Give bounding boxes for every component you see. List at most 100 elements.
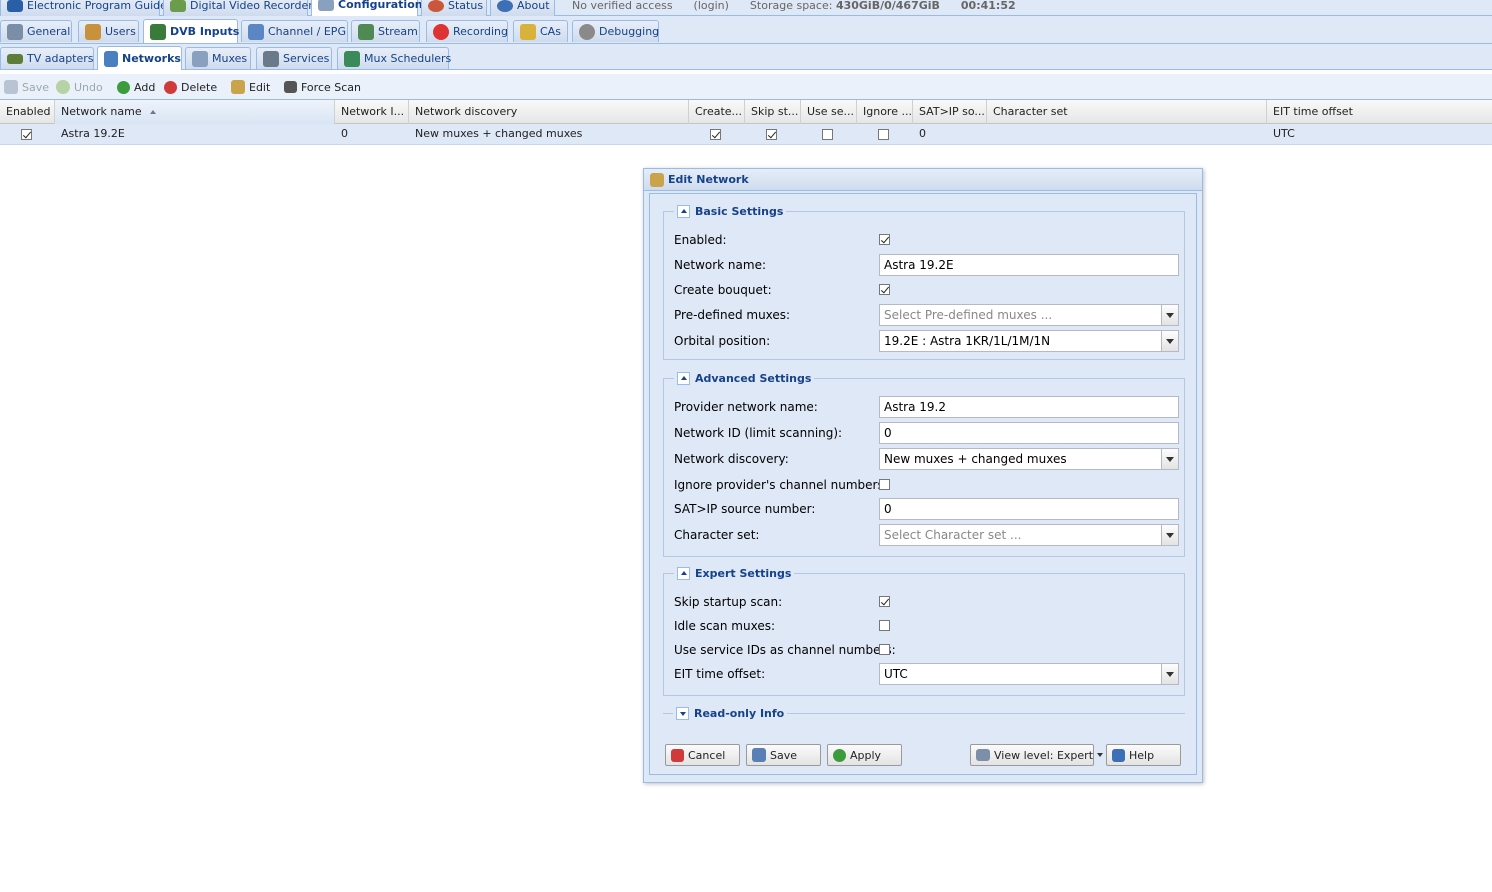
undo-button[interactable]: Undo <box>56 78 103 96</box>
advanced-settings-legend: Advanced Settings <box>695 371 812 385</box>
add-button[interactable]: Add <box>117 78 155 96</box>
predefined-muxes-select[interactable]: Select Pre-defined muxes ... <box>879 304 1179 326</box>
tab-stream[interactable]: Stream <box>351 20 420 42</box>
save-icon <box>4 80 18 94</box>
skip-startup-checkbox[interactable] <box>879 596 890 607</box>
provider-name-row: Provider network name: <box>674 396 1179 418</box>
help-button[interactable]: Help <box>1106 744 1181 766</box>
skip-startup-label: Skip startup scan: <box>674 595 783 609</box>
ignore-numbers-checkbox[interactable] <box>879 479 890 490</box>
row-character-set <box>987 124 1267 144</box>
network-name-input[interactable] <box>879 254 1179 276</box>
tab-tv-adapters[interactable]: TV adapters <box>0 47 94 69</box>
tab-status[interactable]: Status <box>421 0 487 16</box>
expand-icon[interactable] <box>676 706 689 720</box>
chevron-down-icon[interactable] <box>1161 525 1178 545</box>
network-name-label: Network name: <box>674 258 766 272</box>
service-ids-checkbox[interactable] <box>879 644 890 655</box>
tab-recording[interactable]: Recording <box>426 20 508 42</box>
tab-general[interactable]: General <box>0 20 72 42</box>
col-network-name-label: Network name <box>61 105 142 118</box>
network-discovery-select[interactable]: New muxes + changed muxes <box>879 448 1179 470</box>
tab-dvb-inputs[interactable]: DVB Inputs <box>143 19 239 43</box>
tab-users[interactable]: Users <box>78 20 139 42</box>
collapse-icon[interactable] <box>677 566 690 580</box>
tab-cas[interactable]: CAs <box>513 20 568 42</box>
row-use-service-ids-checkbox[interactable] <box>822 128 833 140</box>
readonly-legend-wrap[interactable]: Read-only Info <box>673 705 788 721</box>
tab-networks[interactable]: Networks <box>97 46 182 70</box>
create-bouquet-checkbox[interactable] <box>879 284 890 295</box>
chevron-down-icon[interactable] <box>1161 331 1178 351</box>
scheduler-icon <box>344 50 360 67</box>
character-set-select[interactable]: Select Character set ... <box>879 524 1179 546</box>
mux-icon <box>192 50 208 67</box>
satip-source-label: SAT>IP source number: <box>674 502 816 516</box>
idle-scan-checkbox[interactable] <box>879 620 890 631</box>
col-use-service-ids[interactable]: Use se... <box>801 100 857 124</box>
delete-button[interactable]: Delete <box>164 78 217 96</box>
col-skip-startup[interactable]: Skip st... <box>745 100 801 124</box>
orbital-position-label: Orbital position: <box>674 334 771 348</box>
save-icon <box>752 748 766 762</box>
satip-source-row: SAT>IP source number: <box>674 498 1179 520</box>
tab-mux-schedulers[interactable]: Mux Schedulers <box>337 47 451 69</box>
edit-network-dialog: Edit Network Basic Settings Enabled: Net… <box>643 168 1203 783</box>
network-id-input[interactable] <box>879 422 1179 444</box>
col-create-bouquet[interactable]: Create... <box>689 100 745 124</box>
col-character-set[interactable]: Character set <box>987 100 1267 124</box>
apply-button[interactable]: Apply <box>827 744 902 766</box>
provider-name-input[interactable] <box>879 396 1179 418</box>
basic-settings-fieldset: Basic Settings Enabled: Network name: Cr… <box>663 203 1185 360</box>
col-ignore-numbers[interactable]: Ignore ... <box>857 100 913 124</box>
tab-dvr[interactable]: Digital Video Recorder <box>163 0 313 16</box>
tab-configuration[interactable]: Configuration <box>311 0 423 16</box>
view-level-button[interactable]: View level: Expert <box>970 744 1104 766</box>
col-satip-source[interactable]: SAT>IP so... <box>913 100 987 124</box>
col-network-name[interactable]: Network name <box>55 100 335 124</box>
login-link[interactable]: (login) <box>694 0 729 12</box>
row-create-bouquet-checkbox[interactable] <box>710 128 721 140</box>
col-network-id[interactable]: Network I... <box>335 100 409 124</box>
eit-offset-select[interactable]: UTC <box>879 663 1179 685</box>
scan-icon <box>284 81 297 93</box>
collapse-icon[interactable] <box>677 371 690 385</box>
row-ignore-numbers-checkbox[interactable] <box>878 128 889 140</box>
dialog-title-bar[interactable]: Edit Network <box>644 169 1202 191</box>
tab-muxes[interactable]: Muxes <box>185 47 251 69</box>
satip-source-input[interactable] <box>879 498 1179 520</box>
predefined-muxes-row: Pre-defined muxes: Select Pre-defined mu… <box>674 304 1179 326</box>
cancel-button[interactable]: Cancel <box>665 744 740 766</box>
grid-header: Enabled Network name Network I... Networ… <box>0 100 1492 124</box>
tab-services[interactable]: Services <box>256 47 332 69</box>
save-button[interactable]: Save <box>746 744 821 766</box>
col-enabled[interactable]: Enabled <box>0 100 55 124</box>
chevron-down-icon[interactable] <box>1161 305 1178 325</box>
dvr-icon <box>170 0 186 12</box>
cancel-icon <box>671 748 684 762</box>
status-area: No verified access (login) Storage space… <box>572 0 1016 12</box>
row-enabled-checkbox[interactable] <box>21 128 32 140</box>
service-ids-label: Use service IDs as channel numbers: <box>674 643 896 657</box>
tab-debugging[interactable]: Debugging <box>572 20 659 42</box>
save-button[interactable]: Save <box>4 78 49 96</box>
orbital-position-select[interactable]: 19.2E : Astra 1KR/1L/1M/1N <box>879 330 1179 352</box>
col-eit-offset[interactable]: EIT time offset <box>1267 100 1492 124</box>
tab-about[interactable]: About <box>490 0 555 16</box>
collapse-icon[interactable] <box>677 204 690 218</box>
clock: 00:41:52 <box>960 0 1016 12</box>
row-skip-startup-checkbox[interactable] <box>766 128 777 140</box>
enabled-checkbox[interactable] <box>879 234 890 245</box>
chevron-down-icon[interactable] <box>1161 449 1178 469</box>
edit-button[interactable]: Edit <box>231 78 270 96</box>
tab-epg[interactable]: Electronic Program Guide <box>0 0 167 16</box>
force-scan-button[interactable]: Force Scan <box>284 78 361 96</box>
undo-icon <box>56 80 70 94</box>
col-network-discovery[interactable]: Network discovery <box>409 100 689 124</box>
key-icon <box>520 23 536 40</box>
eit-offset-label: EIT time offset: <box>674 667 766 681</box>
tab-channel-epg[interactable]: Channel / EPG <box>241 20 348 42</box>
table-row[interactable]: Astra 19.2E 0 New muxes + changed muxes … <box>0 124 1492 145</box>
chevron-down-icon[interactable] <box>1161 664 1178 684</box>
grid-toolbar: Save Undo Add Delete Edit Force Scan <box>0 74 1492 100</box>
